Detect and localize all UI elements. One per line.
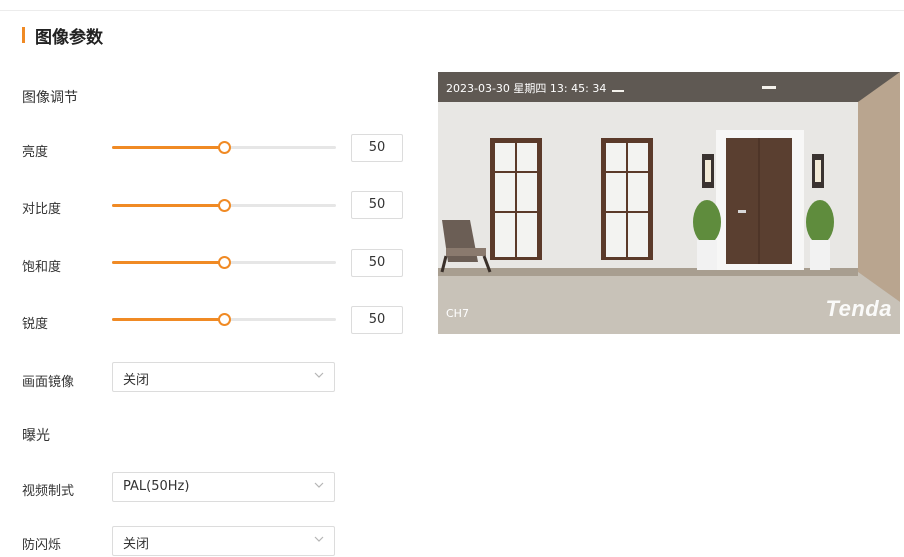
saturation-label: 饱和度 (22, 260, 62, 275)
section-image-adjust-title: 图像调节 (22, 90, 78, 106)
slider-thumb[interactable] (218, 199, 231, 212)
anti-flicker-select[interactable]: 关闭 (112, 526, 335, 556)
sharpness-label: 锐度 (22, 317, 49, 332)
contrast-label: 对比度 (22, 202, 62, 217)
section-exposure-title: 曝光 (22, 428, 50, 444)
slider-thumb[interactable] (218, 313, 231, 326)
top-divider (0, 10, 904, 11)
slider-fill (112, 261, 224, 264)
anti-flicker-select-value: 关闭 (123, 537, 150, 552)
video-standard-select[interactable]: PAL(50Hz) (112, 472, 335, 502)
mirror-label: 画面镜像 (22, 375, 75, 390)
chevron-down-icon (314, 536, 324, 542)
saturation-slider[interactable] (112, 256, 336, 270)
brightness-label: 亮度 (22, 145, 49, 160)
mirror-select-value: 关闭 (123, 373, 150, 388)
chevron-down-icon (314, 482, 324, 488)
contrast-input[interactable]: 50 (351, 191, 403, 219)
slider-fill (112, 146, 224, 149)
brightness-input[interactable]: 50 (351, 134, 403, 162)
slider-thumb[interactable] (218, 256, 231, 269)
video-channel-label: CH7 (446, 307, 469, 320)
video-standard-select-value: PAL(50Hz) (123, 479, 190, 494)
video-timestamp: 2023-03-30 星期四 13: 45: 34 (446, 82, 607, 95)
saturation-input[interactable]: 50 (351, 249, 403, 277)
slider-fill (112, 204, 224, 207)
contrast-slider[interactable] (112, 199, 336, 213)
tenda-logo: Tenda (825, 296, 892, 321)
sharpness-input[interactable]: 50 (351, 306, 403, 334)
video-standard-label: 视频制式 (22, 484, 75, 499)
slider-fill (112, 318, 224, 321)
camera-scene-image (438, 72, 900, 334)
video-preview[interactable]: 2023-03-30 星期四 13: 45: 34 CH7 Tenda (438, 72, 900, 334)
anti-flicker-label: 防闪烁 (22, 538, 62, 553)
mirror-select[interactable]: 关闭 (112, 362, 335, 392)
title-accent-bar (22, 27, 25, 43)
brightness-slider[interactable] (112, 141, 336, 155)
page-title: 图像参数 (35, 28, 103, 48)
slider-thumb[interactable] (218, 141, 231, 154)
sharpness-slider[interactable] (112, 313, 336, 327)
chevron-down-icon (314, 372, 324, 378)
